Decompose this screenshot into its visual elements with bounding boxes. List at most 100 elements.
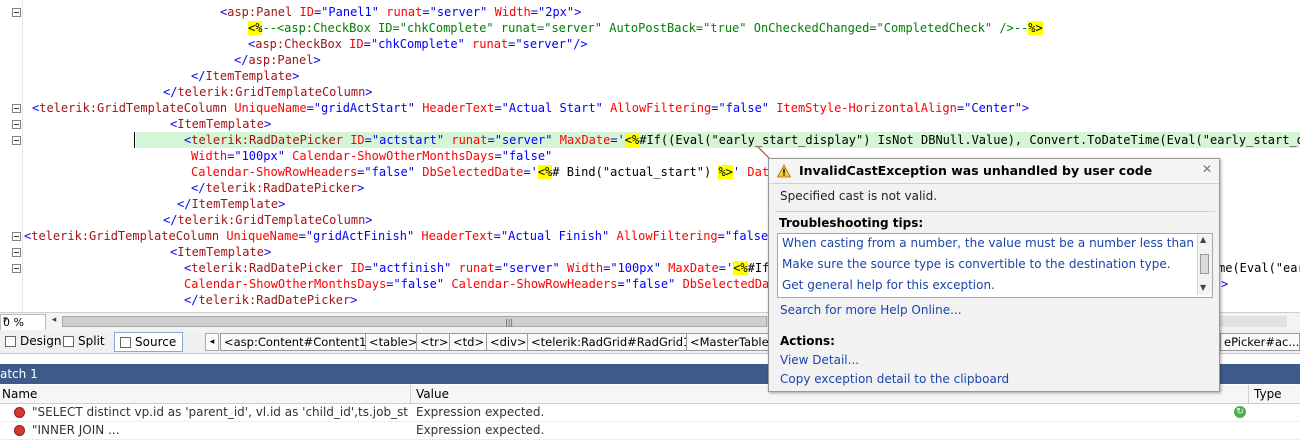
- exception-titlebar: InvalidCastException was unhandled by us…: [769, 159, 1219, 184]
- code-line[interactable]: <%--<asp:CheckBox ID="chkComplete" runat…: [0, 20, 1300, 36]
- collapse-toggle-icon[interactable]: [12, 232, 21, 241]
- table-row[interactable]: "SELECT distinct vp.id as 'parent_id', v…: [0, 404, 1300, 422]
- code-token: runat: [451, 133, 488, 147]
- code-token: UniqueName: [226, 229, 299, 243]
- tip-link[interactable]: Get general help for this exception.: [782, 278, 995, 292]
- code-token: --<asp:CheckBox ID="chkComplete" runat="…: [262, 21, 1029, 35]
- exception-assistant-popup: InvalidCastException was unhandled by us…: [768, 158, 1220, 392]
- code-token: ": [545, 133, 553, 147]
- code-token: telerik:GridTemplateColumn: [31, 229, 220, 243]
- zoom-combo[interactable]: 0 % ▾: [0, 314, 46, 331]
- code-line[interactable]: <telerik:GridTemplateColumn UniqueName="…: [0, 100, 1300, 116]
- code-token: >: [263, 245, 272, 259]
- scroll-down-icon[interactable]: ▼: [1200, 283, 1206, 292]
- collapse-toggle-icon[interactable]: [12, 248, 21, 257]
- breadcrumb-item[interactable]: <td>: [449, 333, 489, 351]
- code-token: </: [184, 293, 199, 307]
- code-token: ": [653, 261, 661, 275]
- code-token: =": [487, 133, 502, 147]
- watch-name-cell: "SELECT distinct vp.id as 'parent_id', v…: [32, 405, 408, 419]
- search-help-link[interactable]: Search for more Help Online...: [780, 303, 962, 317]
- collapse-toggle-icon[interactable]: [12, 120, 21, 129]
- code-line[interactable]: <telerik:RadDatePicker ID="actstart" run…: [0, 132, 1300, 148]
- code-token: Width: [191, 149, 228, 163]
- troubleshooting-tips-list: When casting from a number, the value mu…: [777, 233, 1213, 298]
- scrollbar-thumb[interactable]: |||: [62, 316, 767, 327]
- code-token: DbSelectedDate: [422, 165, 524, 179]
- watch-col-name[interactable]: Name: [0, 385, 411, 403]
- design-view-label: Design: [20, 334, 62, 348]
- table-row[interactable]: "INNER JOIN ... Expression expected.: [0, 422, 1300, 440]
- code-line[interactable]: <ItemTemplate>: [0, 116, 1300, 132]
- code-token: AllowFiltering: [616, 229, 718, 243]
- collapse-toggle-icon[interactable]: [12, 264, 21, 273]
- code-text: <telerik:RadDatePicker ID="actstart" run…: [136, 132, 1300, 148]
- breadcrumb-item[interactable]: <div>: [486, 333, 531, 351]
- scrollbar-thumb[interactable]: [1200, 254, 1209, 274]
- code-token: asp:Panel: [248, 53, 314, 67]
- source-view-button[interactable]: Source: [114, 332, 184, 352]
- collapse-toggle-icon[interactable]: [12, 104, 21, 113]
- code-token: gridActFinish: [313, 229, 407, 243]
- code-token: =": [227, 149, 242, 163]
- view-detail-link[interactable]: View Detail...: [780, 353, 859, 367]
- code-token: >: [365, 85, 373, 99]
- code-token: ID: [350, 133, 365, 147]
- code-token: >: [350, 293, 358, 307]
- code-token: UniqueName: [234, 101, 307, 115]
- watch-col-type[interactable]: Type: [1252, 385, 1300, 403]
- code-line[interactable]: <asp:CheckBox ID="chkComplete" runat="se…: [0, 36, 1300, 52]
- tips-scrollbar[interactable]: ▲ ▼: [1197, 234, 1212, 295]
- code-token: =": [364, 133, 380, 147]
- split-view-button[interactable]: Split: [58, 332, 111, 350]
- code-line[interactable]: <asp:Panel ID="Panel1" runat="server" Wi…: [0, 4, 1300, 20]
- code-token: ": [552, 261, 560, 275]
- collapse-toggle-icon[interactable]: [12, 136, 21, 145]
- code-line[interactable]: </asp:Panel>: [0, 52, 1300, 68]
- close-icon[interactable]: ✕: [1200, 162, 1214, 176]
- tip-link[interactable]: Make sure the source type is convertible…: [782, 257, 1171, 271]
- scroll-up-icon[interactable]: ▲: [1200, 235, 1206, 244]
- code-token: ": [277, 149, 285, 163]
- breadcrumb-scroll-left-icon[interactable]: ◂: [205, 333, 219, 351]
- code-token: server: [436, 5, 481, 19]
- breadcrumb-item[interactable]: <asp:Content#Content1>: [220, 333, 380, 351]
- tip-link[interactable]: When casting from a number, the value mu…: [782, 236, 1212, 250]
- refresh-icon[interactable]: ↻: [1234, 406, 1246, 418]
- error-icon: [14, 407, 25, 418]
- code-text: </ItemTemplate>: [191, 68, 299, 84]
- code-token: Center: [971, 101, 1015, 115]
- code-text: Calendar-ShowRowHeaders="false" DbSelect…: [191, 164, 791, 180]
- code-line[interactable]: </telerik:GridTemplateColumn>: [0, 84, 1300, 100]
- code-token: =": [357, 165, 372, 179]
- code-token: ItemTemplate: [177, 245, 264, 259]
- code-token: server: [522, 37, 566, 51]
- code-token: Width: [567, 261, 604, 275]
- breadcrumb-item[interactable]: <telerik:RadGrid#RadGrid1>: [527, 333, 704, 351]
- code-token: ": [595, 101, 603, 115]
- actions-heading: Actions:: [780, 334, 835, 348]
- code-token: runat: [386, 5, 423, 19]
- code-token: HeaderText: [421, 229, 494, 243]
- code-line[interactable]: </ItemTemplate>: [0, 68, 1300, 84]
- breadcrumb-item[interactable]: ePicker#ac...: [1220, 333, 1300, 351]
- collapse-toggle-icon[interactable]: [12, 8, 21, 17]
- code-fragment-right-1: me(Eval("ear: [1218, 261, 1300, 275]
- breadcrumb-item[interactable]: <MasterTableV: [686, 333, 770, 351]
- source-view-icon: [120, 337, 131, 348]
- code-token: >: [313, 53, 321, 67]
- code-token: =": [298, 229, 314, 243]
- source-view-label: Source: [135, 335, 177, 349]
- breadcrumb-item[interactable]: <table>: [365, 333, 422, 351]
- code-token: </: [234, 53, 249, 67]
- code-token: =": [508, 37, 523, 51]
- copy-exception-link[interactable]: Copy exception detail to the clipboard: [780, 372, 1009, 386]
- code-token: <%: [733, 261, 748, 275]
- breadcrumb-item[interactable]: <tr>: [416, 333, 453, 351]
- scroll-left-icon[interactable]: ◂: [48, 315, 60, 329]
